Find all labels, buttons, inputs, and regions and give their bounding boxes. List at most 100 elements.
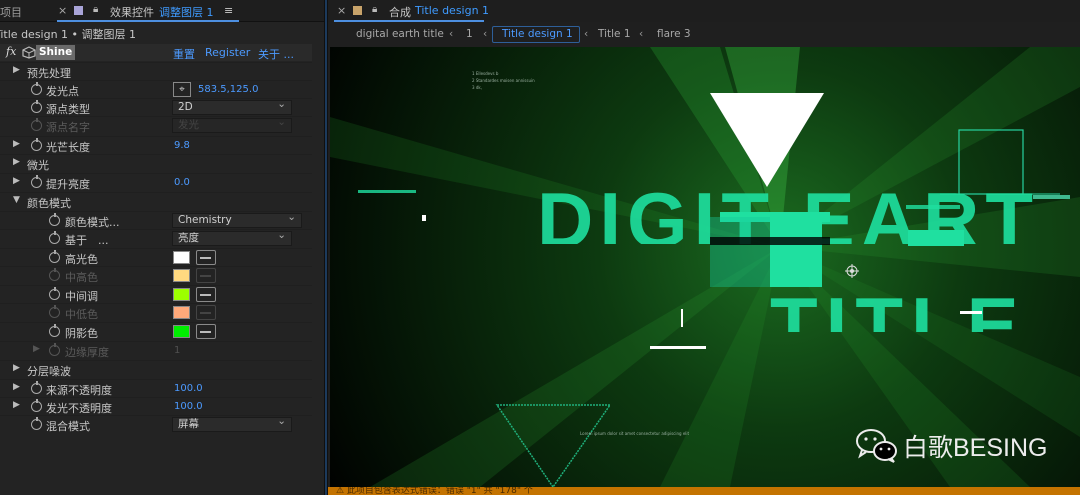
prop-base-on[interactable]: 基于 ... 亮度 (0, 229, 312, 247)
fx-toggle-icon[interactable]: fx (6, 45, 16, 58)
twirl-right-icon[interactable]: ▶ (13, 157, 20, 167)
stopwatch-icon[interactable] (31, 417, 42, 430)
prop-fractal-noise[interactable]: ▶ 分层噪波 (0, 360, 312, 378)
prop-transfer-mode[interactable]: 混合模式 屏幕 (0, 415, 312, 433)
register-link[interactable]: Register (205, 46, 250, 59)
twirl-right-icon[interactable]: ▶ (13, 400, 20, 410)
eyedropper-icon[interactable] (196, 250, 216, 265)
prop-label: 发光不透明度 (46, 402, 112, 415)
colorize-dropdown[interactable]: Chemistry (172, 211, 302, 228)
active-tab-underline (57, 20, 239, 22)
lock-icon[interactable]: 🔒︎ (93, 4, 98, 15)
tab-comp-name[interactable]: Title design 1 (415, 4, 489, 17)
prop-value[interactable]: 0.0 (174, 177, 190, 188)
crumb-title-design-1[interactable]: Title design 1 (502, 28, 573, 40)
stopwatch-icon[interactable] (49, 213, 60, 226)
twirl-right-icon[interactable]: ▶ (13, 176, 20, 186)
warning-text: ⚠ 此项目包含表达式错误：错误 "1" 共 "178" 个 (336, 487, 533, 495)
stopwatch-icon[interactable] (31, 381, 42, 394)
eyedropper-icon (196, 305, 216, 320)
transfer-mode-dropdown[interactable]: 屏幕 (172, 415, 292, 432)
stopwatch-icon[interactable] (49, 324, 60, 337)
twirl-right-icon[interactable]: ▶ (13, 65, 20, 75)
prop-highlights[interactable]: 高光色 (0, 248, 312, 266)
prop-label: 提升亮度 (46, 178, 90, 191)
prop-value[interactable]: 9.8 (174, 140, 190, 151)
prop-label: 发光点 (46, 85, 79, 98)
eyedropper-icon[interactable] (196, 324, 216, 339)
stopwatch-icon[interactable] (31, 399, 42, 412)
stopwatch-icon[interactable] (49, 287, 60, 300)
prop-label: 边缘厚度 (65, 346, 109, 359)
comp-breadcrumb: digital earth title ‹ 1 ‹ Title design 1… (328, 24, 1080, 46)
effect-name[interactable]: Shine (36, 45, 76, 60)
shadows-color-swatch[interactable] (173, 325, 190, 338)
crumb-digital-earth-title[interactable]: digital earth title (356, 28, 444, 40)
stopwatch-icon[interactable] (31, 138, 42, 151)
stopwatch-icon[interactable] (49, 231, 60, 244)
tab-layer-name[interactable]: 调整图层 1 (159, 4, 214, 20)
prop-shine-opacity[interactable]: ▶ 发光不透明度 100.0 (0, 397, 312, 415)
midtones-color-swatch[interactable] (173, 288, 190, 301)
prop-label: 微光 (27, 159, 49, 172)
prop-shimmer[interactable]: ▶ 微光 (0, 154, 312, 172)
prop-label: 分层噪波 (27, 365, 71, 378)
prop-midtones[interactable]: 中间调 (0, 285, 312, 303)
close-icon[interactable]: × (337, 4, 346, 17)
prop-value[interactable]: 583.5,125.0 (198, 84, 258, 95)
close-icon[interactable]: × (58, 4, 67, 17)
prop-preprocess[interactable]: ▶ 预先处理 (0, 62, 312, 80)
about-link[interactable]: 关于 ... (258, 46, 294, 62)
prop-colorize[interactable]: 颜色模式... Chemistry (0, 211, 312, 229)
source-type-dropdown[interactable]: 2D (172, 98, 292, 115)
prop-shadows[interactable]: 阴影色 (0, 322, 312, 340)
prop-source-name: 源点名字 发光 (0, 116, 312, 134)
prop-ray-length[interactable]: ▶ 光芒长度 9.8 (0, 136, 312, 154)
stopwatch-icon[interactable] (49, 250, 60, 263)
prop-value[interactable]: 100.0 (174, 401, 203, 412)
chevron-left-icon: ‹ (449, 28, 454, 40)
prop-label: 颜色模式 (27, 197, 71, 210)
point-target-icon[interactable]: ⌖ (173, 82, 191, 97)
tab-effect-controls[interactable]: 效果控件 (110, 4, 154, 20)
twirl-right-icon[interactable]: ▶ (13, 139, 20, 149)
prop-source-point[interactable]: 发光点 ⌖ 583.5,125.0 (0, 80, 312, 98)
crumb-1[interactable]: 1 (466, 28, 473, 40)
stopwatch-icon (31, 118, 42, 131)
breadcrumb: Title design 1 • 调整图层 1 (0, 26, 318, 44)
twirl-right-icon[interactable]: ▶ (13, 382, 20, 392)
panel-menu-icon[interactable]: ≡ (224, 4, 233, 17)
crumb-flare-3[interactable]: flare 3 (657, 28, 691, 40)
stopwatch-icon[interactable] (31, 82, 42, 95)
viewer-small-text-2: 2 Standardes moisen annissuin (472, 78, 535, 83)
stopwatch-icon[interactable] (31, 175, 42, 188)
tab-composition[interactable]: 合成 (389, 4, 411, 20)
effect-header-row[interactable]: fx Shine 重置 Register 关于 ... (0, 44, 312, 61)
tab-project[interactable]: 项目 (0, 4, 22, 20)
prop-label: 中间调 (65, 290, 98, 303)
prop-label: 阴影色 (65, 327, 98, 340)
composition-viewer[interactable]: 1 Ellesdevs b 2 Standardes moisen anniss… (330, 47, 1080, 487)
reset-link[interactable]: 重置 (173, 46, 195, 62)
crumb-title-1[interactable]: Title 1 (598, 28, 631, 40)
twirl-down-icon[interactable]: ▼ (13, 195, 20, 205)
prop-source-type[interactable]: 源点类型 2D (0, 98, 312, 116)
base-on-dropdown[interactable]: 亮度 (172, 229, 292, 246)
stopwatch-icon (49, 268, 60, 281)
prop-label: 源点类型 (46, 103, 90, 116)
right-tab-bar: × 🔒︎ 合成 Title design 1 (328, 0, 1080, 22)
mid-high-color-swatch (173, 269, 190, 282)
eyedropper-icon[interactable] (196, 287, 216, 302)
lock-icon[interactable]: 🔒︎ (372, 4, 377, 15)
mid-low-color-swatch (173, 306, 190, 319)
highlights-color-swatch[interactable] (173, 251, 190, 264)
prop-colorize-group[interactable]: ▼ 颜色模式 (0, 192, 312, 210)
prop-source-opacity[interactable]: ▶ 来源不透明度 100.0 (0, 379, 312, 397)
prop-label: 中高色 (65, 271, 98, 284)
prop-value[interactable]: 100.0 (174, 383, 203, 394)
prop-boost-light[interactable]: ▶ 提升亮度 0.0 (0, 173, 312, 191)
effect-controls-panel: 项目 × 🔒︎ 效果控件 调整图层 1 ≡ Title design 1 • 调… (0, 0, 324, 495)
stopwatch-icon[interactable] (31, 100, 42, 113)
warning-bar[interactable]: ⚠ 此项目包含表达式错误：错误 "1" 共 "178" 个 (328, 487, 1080, 495)
twirl-right-icon[interactable]: ▶ (13, 363, 20, 373)
